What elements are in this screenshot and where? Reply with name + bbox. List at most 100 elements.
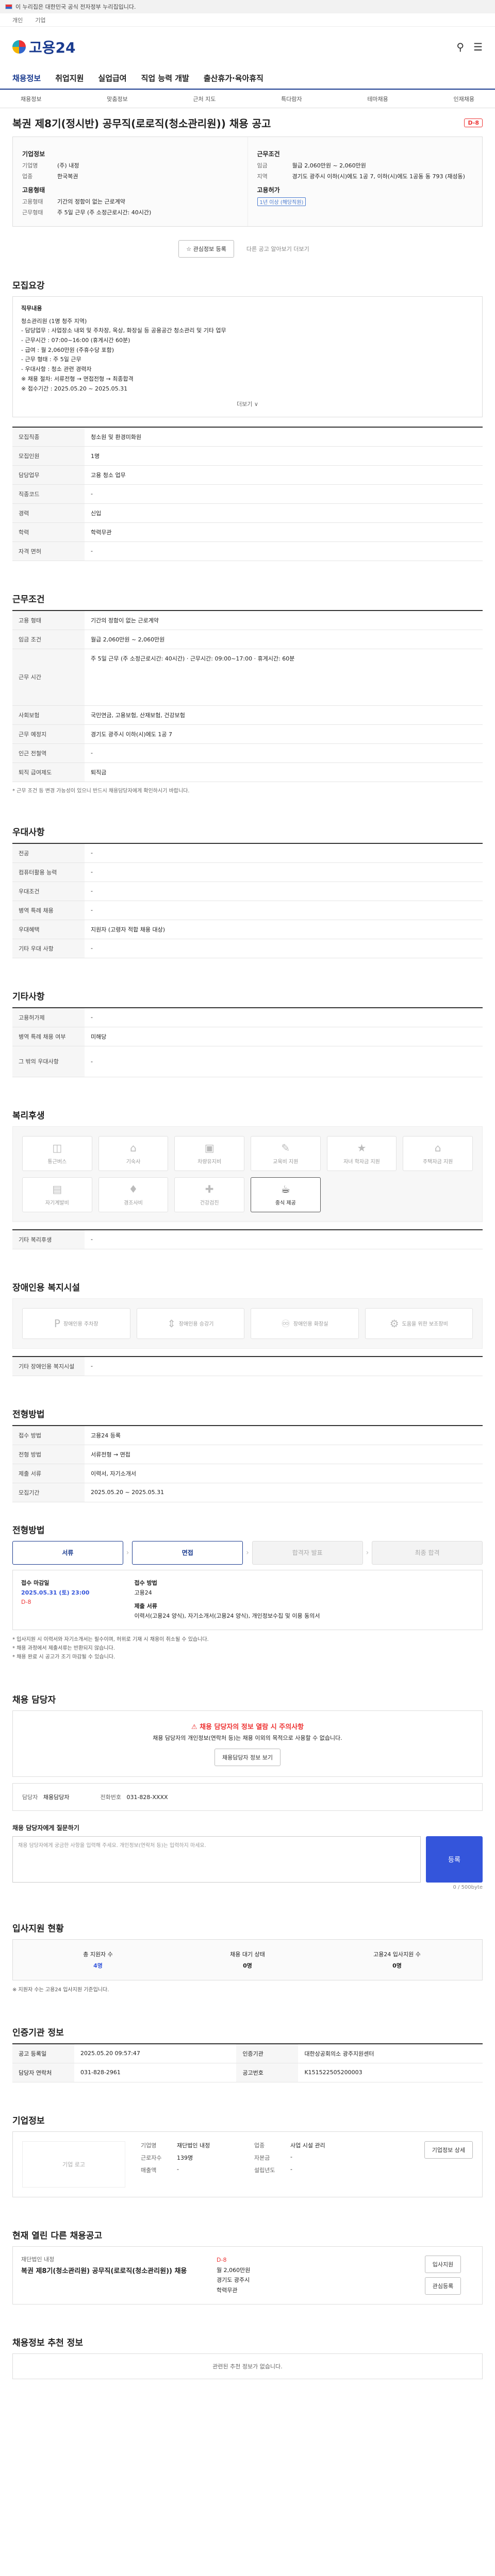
welfare-item: ⌂ 주택자금 지원 [403, 1136, 473, 1171]
table-key: 퇴직 급여제도 [12, 762, 85, 782]
search-icon[interactable]: ⚲ [456, 41, 464, 53]
view-contact-button[interactable]: 채용담당자 정보 보기 [214, 1748, 281, 1766]
recruit-line: ※ 접수기간 : 2025.05.20 ~ 2025.05.31 [21, 385, 128, 392]
welfare-note-table: 기타 복리후생 - [12, 1229, 483, 1249]
table-row: 자격 면허 - [12, 541, 483, 561]
stat-value: 0명 [243, 1962, 252, 1969]
stat-item: 채용 대기 상태 0명 [173, 1950, 322, 1970]
deadline-label: 접수 마감일 [21, 1579, 50, 1586]
question-counter: 0 / 500byte [453, 1884, 483, 1890]
welfare-label: 경조사비 [124, 1200, 143, 1207]
table-key: 인근 전철역 [12, 743, 85, 763]
table-value: 주 5일 근무 (주 소정근로시간: 40시간) · 근무시간: 09:00~1… [85, 649, 483, 706]
logo-text: 고용24 [29, 39, 76, 56]
stat-label: 채용 대기 상태 [230, 1951, 265, 1958]
table-key: 자격 면허 [12, 541, 85, 561]
table-row: 우대조건 - [12, 882, 483, 901]
subnav-item[interactable]: 맞춤정보 [107, 95, 127, 103]
table-value: 서류전형 → 면접 [85, 1445, 483, 1464]
table-value: 지원자 (고령자 적합 채용 대상) [85, 920, 483, 939]
disability-label: 장애인용 승강기 [178, 1321, 214, 1328]
table-key: 제출 서류 [12, 1464, 85, 1483]
nav-item-unemployment[interactable]: 실업급여 [98, 73, 126, 83]
section-contact-title: 채용 담당자 [12, 1694, 56, 1705]
question-submit-button[interactable]: 등록 [426, 1836, 483, 1883]
conditions-label: 근무조건 [257, 150, 280, 158]
table-row: 그 밖의 우대사항 - [12, 1046, 483, 1077]
stat-value: 4명 [93, 1962, 103, 1969]
subnav-item[interactable]: 특다람자 [281, 95, 302, 103]
table-key: 기타 우대 사항 [12, 939, 85, 958]
disability-label: 장애인용 화장실 [293, 1321, 328, 1328]
related-apply-button[interactable]: 입사지원 [424, 2256, 461, 2274]
tab-personal[interactable]: 개인 [12, 16, 23, 24]
gov-banner: 이 누리집은 대한민국 공식 전자정부 누리집입니다. [0, 0, 495, 13]
welfare-label: 중식 제공 [275, 1200, 296, 1207]
related-scrap-button[interactable]: 관심등록 [424, 2277, 461, 2295]
table-key: 기타 복리후생 [12, 1229, 85, 1249]
stat-item: 총 지원자 수 4명 [23, 1950, 173, 1970]
related-title[interactable]: 복권 제8기(청소관리원) 공무직(로로직(청소관리원)) 채용 [21, 2265, 206, 2275]
related-edu: 학력무관 [217, 2287, 238, 2294]
welfare-item: ★ 자녀 학자금 지원 [326, 1136, 397, 1171]
company-key: 기업명 [141, 2142, 157, 2149]
process-steps: 서류 › 면접 › 합격자 발표 › 최종 합격 [12, 1540, 483, 1565]
table-value: 국민연금, 고용보험, 산재보험, 건강보험 [85, 705, 483, 725]
table-row: 병역 특례 채용 - [12, 901, 483, 920]
table-value: 미해당 [85, 1027, 483, 1046]
nav-item-leave[interactable]: 출산휴가·육아휴직 [204, 73, 263, 83]
nav-item-jobs[interactable]: 채용정보 [12, 73, 41, 83]
nav-item-training[interactable]: 직업 능력 개발 [141, 73, 189, 83]
company-value: - [290, 2165, 292, 2173]
company-value: 재단법인 내정 [177, 2142, 210, 2149]
table-value: - [85, 743, 483, 763]
table-row: 컴퓨터활용 능력 - [12, 862, 483, 882]
scrap-button[interactable]: ☆ 관심정보 등록 [178, 240, 234, 258]
contact-name: 채용담당자 [43, 1793, 70, 1801]
subnav-item[interactable]: 테마채용 [367, 95, 388, 103]
section-apply-status-title: 입사지원 현황 [12, 1923, 64, 1934]
table-value: - [85, 484, 483, 504]
subnav-item[interactable]: 채용정보 [21, 95, 41, 103]
table-value: - [85, 541, 483, 561]
pay-value: 월급 2,060만원 ~ 2,060만원 [292, 162, 366, 169]
contact-info: 담당자 채용담당자 전화번호 031-828-XXXX [12, 1783, 483, 1811]
menu-icon[interactable]: ☰ [473, 41, 483, 53]
tab-business[interactable]: 기업 [35, 16, 45, 24]
table-value: - [85, 862, 483, 882]
logo-mark-icon [12, 40, 26, 54]
company-detail-button[interactable]: 기업정보 상세 [424, 2141, 473, 2159]
company-value: - [177, 2165, 179, 2173]
section-steps: 전형방법 [12, 1523, 483, 1536]
table-key: 우대혜택 [12, 920, 85, 939]
meal-icon: ☕ [280, 1183, 290, 1196]
apply-note: * 채용 완료 시 공고가 조기 마감될 수 있습니다. [12, 1654, 116, 1660]
section-work-title: 근무조건 [12, 594, 45, 605]
share-button[interactable]: 다른 공고 알아보기 더보기 [239, 240, 317, 258]
section-process-title: 전형방법 [12, 1409, 45, 1420]
subnav-item[interactable]: 인재채용 [454, 95, 474, 103]
company-key: 기업명 [22, 162, 38, 169]
table-row: 모집기간 2025.05.20 ~ 2025.05.31 [12, 1483, 483, 1502]
related-job-card[interactable]: 재단법인 내정 복권 제8기(청소관리원) 공무직(로로직(청소관리원)) 채용… [12, 2246, 483, 2304]
table-row: 직종코드 - [12, 484, 483, 504]
disability-note-table: 기타 장애인용 복지시설 - [12, 1355, 483, 1376]
section-pref: 우대사항 [12, 825, 483, 838]
table-row: 학력 학력무관 [12, 522, 483, 542]
step-item: 서류 [12, 1540, 123, 1565]
table-row: 전공 - [12, 843, 483, 863]
logo[interactable]: 고용24 [12, 37, 76, 57]
table-row: 모집인원 1명 [12, 446, 483, 466]
contact-alert: ⚠ 채용 담당자의 정보 열람 시 주의사항 채용 담당자의 개인정보(연락처 … [12, 1710, 483, 1777]
question-input[interactable]: 채용 담당자에게 궁금한 사항을 입력해 주세요. 개인정보(연락처 등)는 입… [12, 1836, 421, 1883]
house-icon: ⌂ [434, 1142, 441, 1155]
main-nav: 채용정보 취업지원 실업급여 직업 능력 개발 출산휴가·육아휴직 [0, 67, 495, 90]
apply-box: 접수 마감일 2025.05.31 (토) 23:00 D-8 접수 방법 고용… [12, 1569, 483, 1630]
table-key: 고용 형태 [12, 610, 85, 630]
subnav-item[interactable]: 근처 지도 [193, 95, 216, 103]
related-pay: 월 2,060만원 [217, 2266, 251, 2274]
nav-item-support[interactable]: 취업지원 [55, 73, 84, 83]
table-row: 퇴직 급여제도 퇴직금 [12, 762, 483, 782]
table-value: 청소원 및 환경미화원 [85, 427, 483, 447]
more-link[interactable]: 더보기 ∨ [21, 400, 474, 410]
